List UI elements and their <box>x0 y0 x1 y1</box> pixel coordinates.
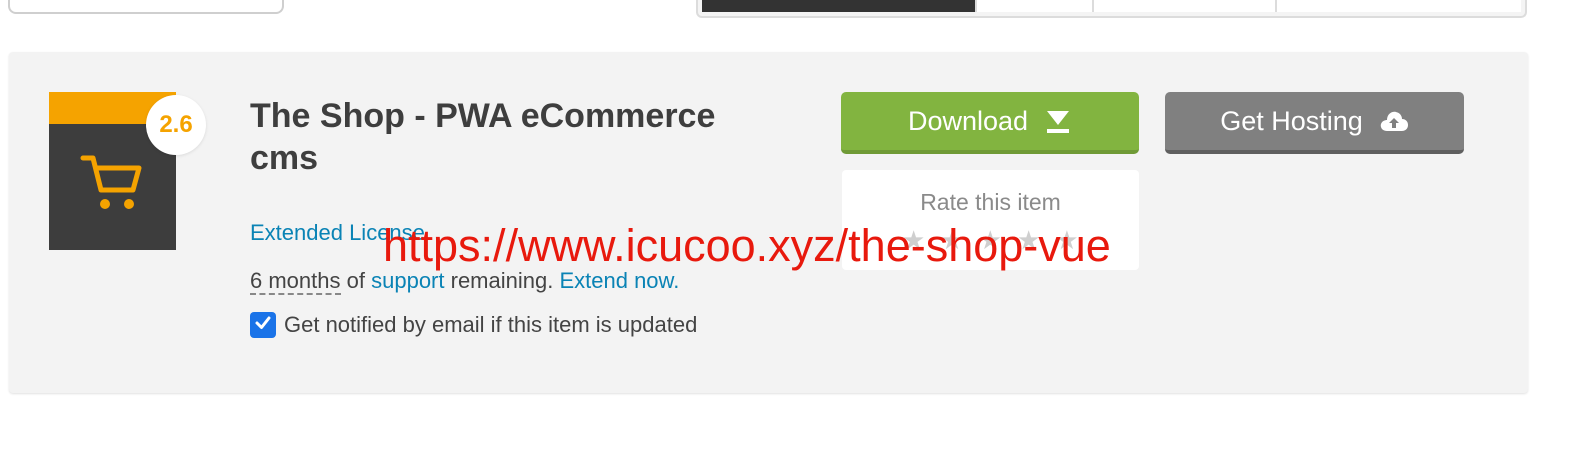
top-tab[interactable] <box>976 0 1095 12</box>
support-months[interactable]: 6 months <box>250 268 341 295</box>
top-tab-bar-partial <box>696 0 1527 18</box>
page: 2.6 The Shop - PWA eCommerce cms Extende… <box>0 0 1580 474</box>
shopping-cart-icon <box>79 152 145 219</box>
watermark-url: https://www.icucoo.xyz/the-shop-vue <box>383 220 1111 271</box>
item-title[interactable]: The Shop - PWA eCommerce cms <box>250 95 790 179</box>
top-tab[interactable] <box>1277 0 1521 12</box>
notify-label: Get notified by email if this item is up… <box>284 312 698 337</box>
rate-item-label: Rate this item <box>920 189 1061 215</box>
support-of-text: of <box>346 268 365 293</box>
download-button-label: Download <box>907 105 1029 136</box>
rating-badge: 2.6 <box>146 95 206 155</box>
top-tab-active[interactable] <box>702 0 977 12</box>
notify-checkbox[interactable] <box>250 312 276 338</box>
notify-option[interactable]: Get notified by email if this item is up… <box>250 312 697 338</box>
download-arrow-icon <box>1044 107 1072 135</box>
get-hosting-button-label: Get Hosting <box>1220 105 1363 136</box>
cloud-upload-icon <box>1379 109 1409 133</box>
get-hosting-button[interactable]: Get Hosting <box>1165 92 1464 154</box>
download-button[interactable]: Download <box>841 92 1139 154</box>
checkmark-icon <box>254 312 272 338</box>
search-field-partial[interactable] <box>8 0 284 14</box>
top-tab[interactable] <box>1094 0 1278 12</box>
